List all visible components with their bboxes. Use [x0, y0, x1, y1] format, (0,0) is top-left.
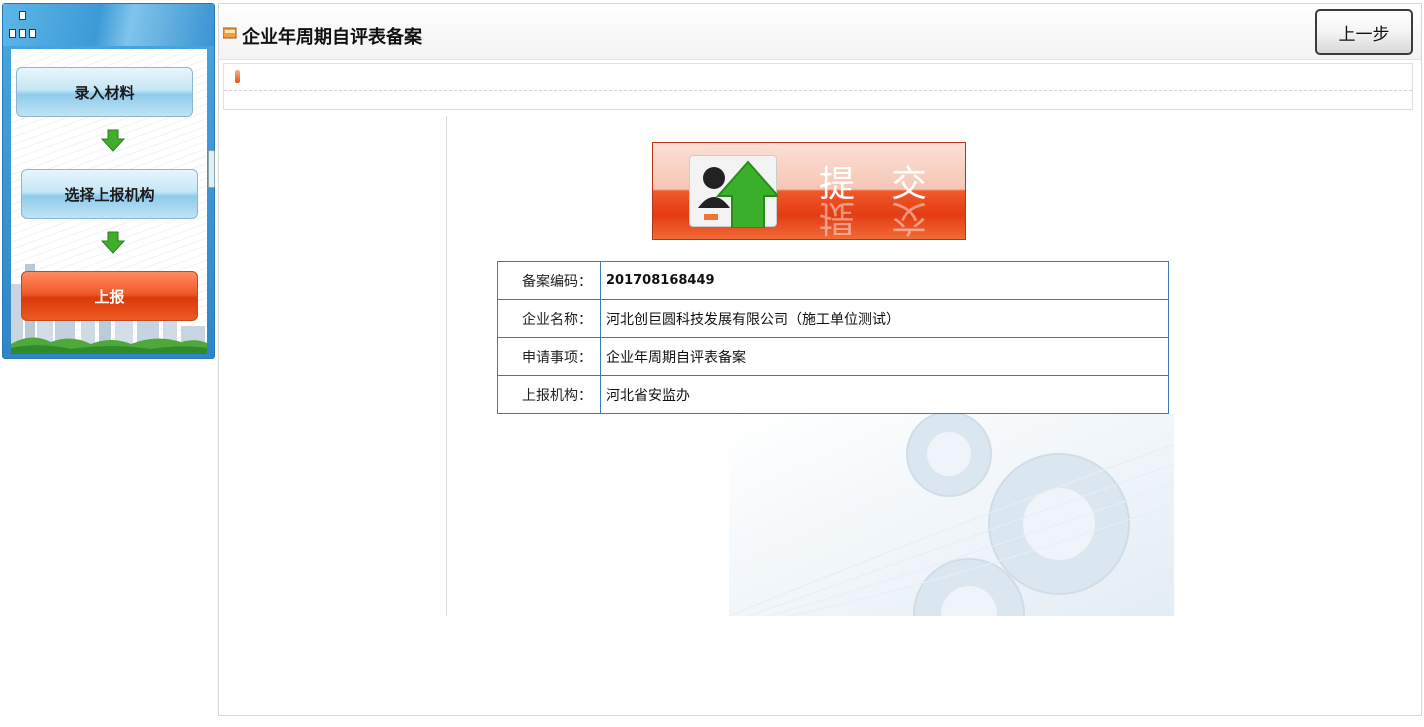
company-name-value: 河北创巨圆科技发展有限公司（施工单位测试） — [600, 299, 1169, 338]
field-label: 申请事项： — [497, 337, 601, 376]
field-label: 上报机构： — [497, 375, 601, 414]
workflow-sidebar: 录入材料 选择上报机构 上报 — [2, 3, 215, 359]
workflow-panel: 录入材料 选择上报机构 上报 — [11, 49, 207, 354]
sidebar-header — [3, 4, 214, 46]
marker-icon — [235, 70, 240, 83]
back-button[interactable]: 上一步 — [1315, 9, 1413, 55]
sitemap-icon — [9, 9, 39, 41]
step-enter-materials-button[interactable]: 录入材料 — [16, 67, 193, 117]
filing-details-table: 备案编码： 201708168449 企业名称： 河北创巨圆科技发展有限公司（施… — [497, 261, 1169, 414]
gears-background-image — [729, 414, 1174, 616]
submit-label-reflection: 提 — [819, 197, 856, 238]
user-upload-icon — [689, 155, 781, 229]
main-content: 企业年周期自评表备案 上一步 提 交 提 交 备案编码： 20170816844… — [218, 3, 1422, 716]
page-title: 企业年周期自评表备案 — [242, 27, 422, 48]
info-strip — [223, 63, 1413, 110]
step-select-agency-button[interactable]: 选择上报机构 — [21, 169, 198, 219]
table-row: 备案编码： 201708168449 — [497, 261, 1169, 300]
step-label: 上报 — [94, 287, 125, 306]
step-label: 录入材料 — [74, 83, 135, 102]
field-label: 备案编码： — [497, 261, 601, 300]
table-row: 企业名称： 河北创巨圆科技发展有限公司（施工单位测试） — [497, 299, 1169, 338]
submit-label-reflection: 交 — [891, 197, 928, 238]
title-bar: 企业年周期自评表备案 上一步 — [219, 4, 1421, 60]
report-agency-value: 河北省安监办 — [600, 375, 1169, 414]
divider — [446, 116, 447, 616]
step-label: 选择上报机构 — [64, 185, 155, 204]
arrow-down-icon — [101, 231, 125, 254]
arrow-down-icon — [101, 129, 125, 152]
table-row: 上报机构： 河北省安监办 — [497, 375, 1169, 414]
filing-code-value: 201708168449 — [600, 261, 1169, 300]
submit-button[interactable]: 提 交 提 交 — [652, 142, 966, 240]
folder-icon — [223, 27, 237, 39]
sidebar-collapse-handle[interactable] — [208, 150, 215, 188]
table-row: 申请事项： 企业年周期自评表备案 — [497, 337, 1169, 376]
application-item-value: 企业年周期自评表备案 — [600, 337, 1169, 376]
step-report-button[interactable]: 上报 — [21, 271, 198, 321]
field-label: 企业名称： — [497, 299, 601, 338]
